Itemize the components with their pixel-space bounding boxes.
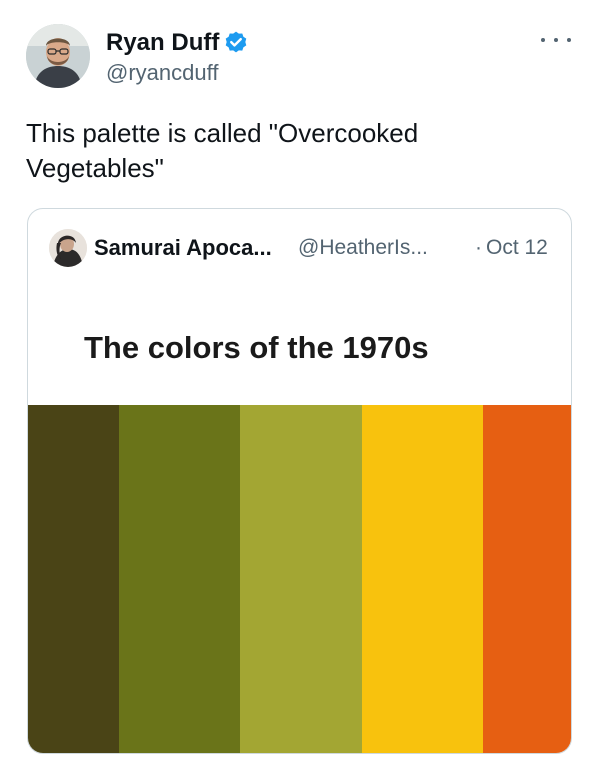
quote-author-handle[interactable]: @HeatherIs...	[298, 236, 428, 260]
dot	[567, 38, 571, 42]
verified-badge-icon	[225, 31, 247, 53]
quote-author-avatar	[49, 229, 87, 267]
tweet-text: This palette is called "Overcooked Veget…	[26, 118, 419, 183]
harvest-gold-swatch	[362, 405, 483, 753]
quote-tweet-card[interactable]: Samurai Apoca... @HeatherIs... · Oct 12 …	[27, 208, 572, 754]
avocado-swatch	[240, 405, 362, 753]
dark-olive-swatch	[28, 405, 119, 753]
palette-image-title: The colors of the 1970s	[84, 330, 429, 365]
color-palette-image	[28, 405, 571, 753]
more-options-icon[interactable]	[541, 30, 571, 50]
dot	[541, 38, 545, 42]
quote-author-name[interactable]: Samurai Apoca...	[94, 235, 272, 261]
dot-separator: ·	[475, 236, 482, 259]
dot	[554, 38, 558, 42]
quote-date[interactable]: Oct 12	[486, 236, 548, 260]
olive-green-swatch	[119, 405, 240, 753]
author-handle[interactable]: @ryancduff	[106, 60, 218, 86]
burnt-orange-swatch	[483, 405, 571, 753]
author-name[interactable]: Ryan Duff	[106, 29, 219, 57]
author-avatar[interactable]	[26, 24, 90, 88]
